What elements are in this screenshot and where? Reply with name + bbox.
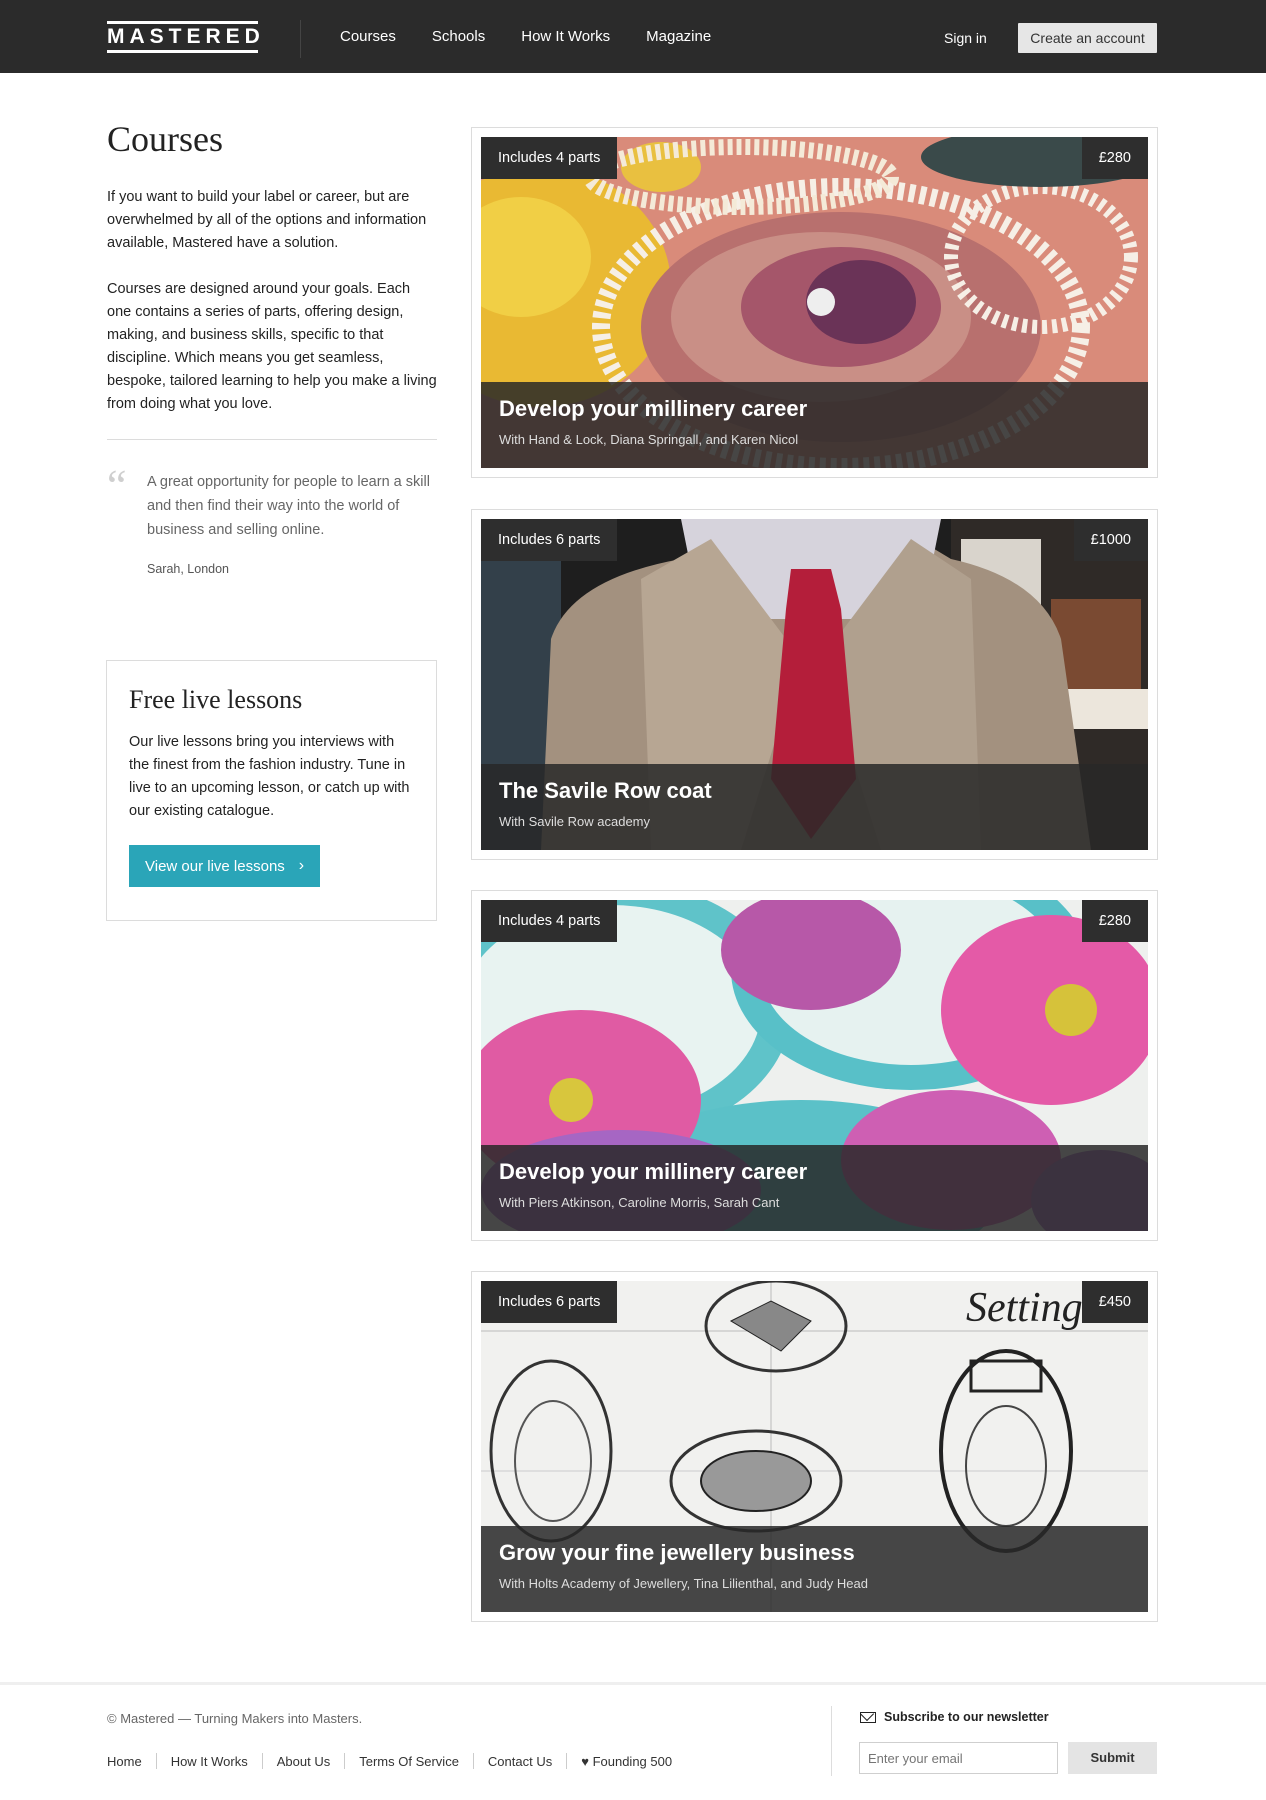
parts-badge: Includes 4 parts [481,137,618,179]
course-tutors: With Holts Academy of Jewellery, Tina Li… [499,1576,868,1591]
course-caption: Develop your millinery career With Piers… [481,1145,1148,1231]
price-badge: £280 [1081,900,1148,942]
price-badge: £1000 [1073,519,1148,561]
footer-link-separator [155,1753,157,1769]
main-nav: Courses Schools How It Works Magazine [340,0,747,73]
nav-item-courses[interactable]: Courses [340,28,396,45]
course-tutors: With Piers Atkinson, Caroline Morris, Sa… [499,1195,780,1210]
live-lessons-title: Free live lessons [129,685,303,714]
newsletter-label: Subscribe to our newsletter [860,1710,1049,1724]
footer-link-separator [472,1753,474,1769]
course-title[interactable]: Develop your millinery career [499,1159,1130,1185]
course-title[interactable]: Develop your millinery career [499,396,1130,422]
intro-paragraph: Courses are designed around your goals. … [107,281,437,412]
quote-text: A great opportunity for people to learn … [147,474,430,538]
footer-rule [0,1682,1266,1685]
course-caption: Develop your millinery career With Hand … [481,382,1148,468]
parts-badge: Includes 6 parts [481,519,618,561]
quote-author: Sarah, London [147,562,230,576]
footer-link-contact-us[interactable]: Contact Us [488,1754,552,1769]
course-title[interactable]: Grow your fine jewellery business [499,1540,1130,1566]
footer-link-founding-500[interactable]: ♥ Founding 500 [581,1754,672,1769]
view-live-lessons-label: View our live lessons [145,857,285,875]
course-card[interactable]: Includes 6 parts £1000 The Savile Row co… [471,509,1158,860]
course-tutors: With Savile Row academy [499,814,650,829]
course-card-inner: Setting Includes 6 parts £450 Grow your … [481,1281,1148,1612]
create-account-button[interactable]: Create an account [1018,23,1157,53]
footer-links: Home How It Works About Us Terms Of Serv… [107,1753,672,1769]
free-live-lessons-box: Free live lessons Our live lessons bring… [106,660,437,921]
footer-link-separator [566,1753,568,1769]
footer-link-terms[interactable]: Terms Of Service [359,1754,459,1769]
nav-item-magazine[interactable]: Magazine [646,28,711,45]
section-divider [107,439,437,440]
course-caption: The Savile Row coat With Savile Row acad… [481,764,1148,850]
footer-link-how-it-works[interactable]: How It Works [171,1754,248,1769]
course-tutors: With Hand & Lock, Diana Springall, and K… [499,432,799,447]
mastered-logo[interactable]: MASTERED [107,21,260,53]
course-card[interactable]: Setting Includes 6 parts £450 Grow your … [471,1271,1158,1622]
newsletter-submit-button[interactable]: Submit [1068,1742,1157,1774]
footer-divider [831,1706,832,1776]
top-navigation-bar: MASTERED Courses Schools How It Works Ma… [0,0,1266,73]
quote-icon: “ [107,461,127,510]
nav-item-how-it-works[interactable]: How It Works [521,28,610,45]
price-badge: £280 [1081,137,1148,179]
footer-link-separator [344,1753,346,1769]
footer-link-separator [261,1753,263,1769]
course-card-inner: Includes 4 parts £280 Develop your milli… [481,900,1148,1231]
setting-script-text: Setting [966,1285,1083,1331]
intro-paragraph: If you want to build your label or caree… [107,189,427,251]
live-lessons-text: Our live lessons bring you interviews wi… [129,734,410,819]
logo-divider [300,20,301,58]
footer-link-about-us[interactable]: About Us [277,1754,330,1769]
course-title[interactable]: The Savile Row coat [499,778,1130,804]
footer-link-home[interactable]: Home [107,1754,142,1769]
intro-text: If you want to build your label or caree… [107,186,437,416]
view-live-lessons-button[interactable]: View our live lessons › [129,845,321,887]
course-card[interactable]: Includes 4 parts £280 Develop your milli… [471,127,1158,478]
course-caption: Grow your fine jewellery business With H… [481,1526,1148,1612]
page-title: Courses [107,119,223,159]
parts-badge: Includes 4 parts [481,900,618,942]
sign-in-link[interactable]: Sign in [944,30,987,46]
copyright-text: © Mastered — Turning Makers into Masters… [107,1711,363,1726]
course-card[interactable]: Includes 4 parts £280 Develop your milli… [471,890,1158,1241]
chevron-right-icon: › [298,857,305,874]
envelope-icon [860,1711,876,1723]
nav-item-schools[interactable]: Schools [432,28,485,45]
price-badge: £450 [1081,1281,1148,1323]
course-card-inner: Includes 4 parts £280 Develop your milli… [481,137,1148,468]
parts-badge: Includes 6 parts [481,1281,618,1323]
newsletter-email-field[interactable] [859,1742,1058,1774]
courses-intro-column: Courses If you want to build your label … [107,118,437,576]
course-card-inner: Includes 6 parts £1000 The Savile Row co… [481,519,1148,850]
testimonial-quote: “ A great opportunity for people to lear… [107,464,437,577]
newsletter-label-text: Subscribe to our newsletter [884,1710,1049,1724]
